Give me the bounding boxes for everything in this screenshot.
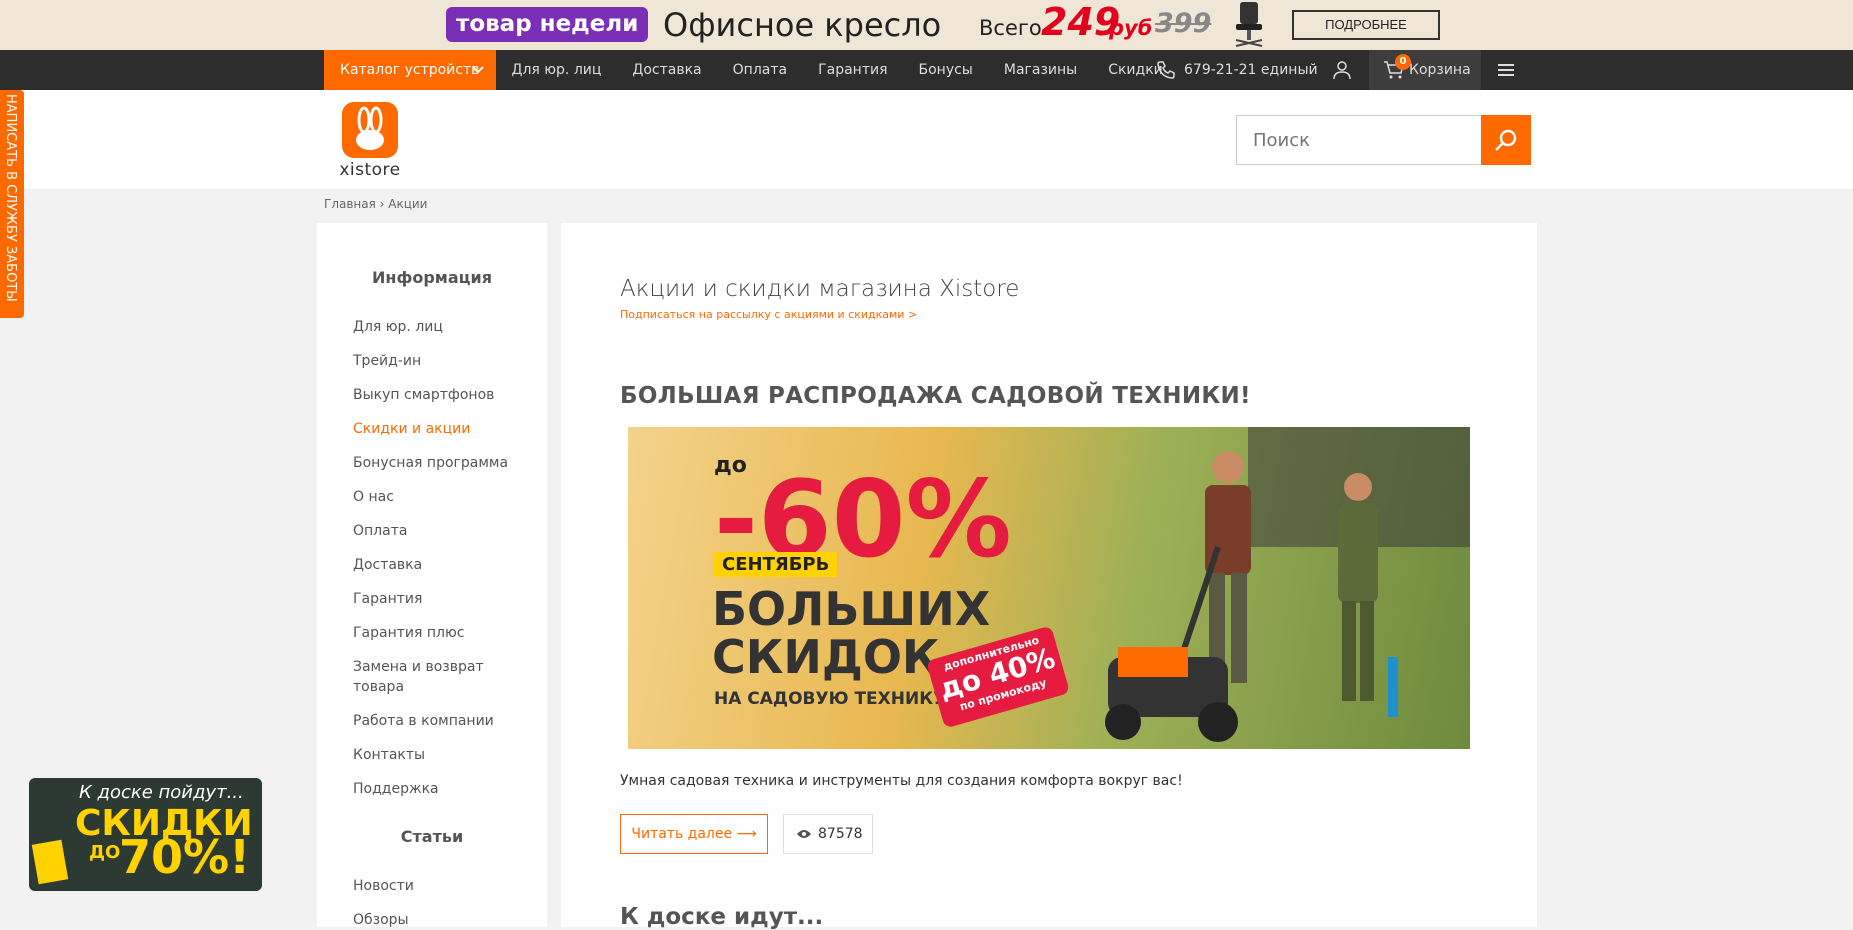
sidebar-item-about[interactable]: О нас: [353, 487, 533, 507]
menu-icon[interactable]: [1498, 62, 1514, 78]
breadcrumb[interactable]: Главная › Акции: [324, 197, 427, 211]
promo-more-button[interactable]: ПОДРОБНЕЕ: [1292, 10, 1440, 40]
sidebar-item-tradein[interactable]: Трейд-ин: [353, 351, 533, 371]
office-chair-icon: [1235, 2, 1263, 47]
sidebar-item-payment[interactable]: Оплата: [353, 521, 533, 541]
sidebar-item-legal[interactable]: Для юр. лиц: [353, 317, 533, 337]
views-counter: 87578: [783, 814, 873, 854]
ad-line1: К доске пойдут...: [79, 782, 244, 803]
cart-label: Корзина: [1409, 62, 1471, 78]
sidebar-item-warranty-plus[interactable]: Гарантия плюс: [353, 623, 533, 643]
phone-icon: [1157, 61, 1175, 79]
logo-bunny-icon: [342, 102, 398, 158]
ad-sticker: [31, 839, 69, 885]
sidebar-item-careers[interactable]: Работа в компании: [353, 711, 533, 731]
catalog-button[interactable]: Каталог устройств: [324, 50, 496, 90]
header: xistore: [0, 90, 1853, 189]
cart-count-badge: 0: [1395, 54, 1411, 70]
info-sidebar: Информация Для юр. лиц Трейд-ин Выкуп см…: [317, 223, 547, 930]
promo-badge: товар недели: [446, 7, 649, 42]
user-icon[interactable]: [1332, 60, 1352, 80]
chevron-down-icon: [472, 66, 484, 74]
sidebar-item-support[interactable]: Поддержка: [353, 779, 533, 799]
support-side-tab[interactable]: НАПИСАТЬ В СЛУЖБУ ЗАБОТЫ: [0, 90, 24, 318]
article-banner-image[interactable]: до -60% СЕНТЯБРЬ БОЛЬШИХ СКИДОК НА САДОВ…: [628, 427, 1470, 749]
banner-text-month: СЕНТЯБРЬ: [714, 552, 838, 577]
promo-old-price: 399: [1155, 8, 1212, 39]
banner-text-line3: НА САДОВУЮ ТЕХНИКУ: [714, 689, 947, 709]
logo-text: xistore: [339, 160, 401, 180]
search-icon: [1495, 129, 1517, 151]
sidebar-item-discounts[interactable]: Скидки и акции: [353, 419, 533, 439]
banner-promo-sticker: дополнительно до 40% по промокоду: [925, 625, 1071, 729]
sidebar-item-delivery[interactable]: Доставка: [353, 555, 533, 575]
read-more-button[interactable]: Читать далее ⟶: [620, 814, 768, 854]
nav-link-payment[interactable]: Оплата: [717, 50, 802, 90]
lawnmower-icon: [1105, 546, 1238, 742]
banner-text-line1: БОЛЬШИХ: [712, 582, 991, 636]
page-title: Акции и скидки магазина Xistore: [620, 276, 1020, 302]
ad-line3: ДО: [89, 842, 121, 863]
nav-phone[interactable]: 679-21-21 единый: [1156, 50, 1318, 90]
next-article-title[interactable]: К доске идут...: [620, 904, 823, 930]
woman-figure-icon: [1338, 473, 1398, 717]
phone-number: 679-21-21 единый: [1184, 62, 1318, 78]
nav-link-stores[interactable]: Магазины: [988, 50, 1092, 90]
ad-line4: 70%!: [119, 830, 251, 884]
cart-button[interactable]: 0 Корзина: [1369, 50, 1481, 90]
nav-link-warranty[interactable]: Гарантия: [803, 50, 903, 90]
sidebar-item-news[interactable]: Новости: [353, 876, 533, 896]
sidebar-item-warranty[interactable]: Гарантия: [353, 589, 533, 609]
catalog-label: Каталог устройств: [340, 62, 480, 78]
sidebar-item-buyback[interactable]: Выкуп смартфонов: [353, 385, 533, 405]
search-input[interactable]: [1236, 115, 1482, 165]
top-nav: Каталог устройств Для юр. лиц Доставка О…: [0, 50, 1853, 90]
nav-link-legal[interactable]: Для юр. лиц: [496, 50, 617, 90]
sidebar-item-bonus[interactable]: Бонусная программа: [353, 453, 533, 473]
nav-link-bonuses[interactable]: Бонусы: [903, 50, 988, 90]
article-title[interactable]: БОЛЬШАЯ РАСПРОДАЖА САДОВОЙ ТЕХНИКИ!: [620, 383, 1251, 409]
sidebar-heading-articles: Статьи: [400, 827, 464, 846]
floating-promo-ad[interactable]: К доске пойдут... СКИДКИ ДО 70%!: [29, 778, 262, 891]
views-count: 87578: [818, 826, 863, 842]
logo[interactable]: xistore: [338, 102, 402, 180]
nav-link-delivery[interactable]: Доставка: [617, 50, 717, 90]
promo-currency: руб: [1109, 16, 1153, 40]
sidebar-item-reviews[interactable]: Обзоры: [353, 910, 533, 930]
support-side-tab-label: НАПИСАТЬ В СЛУЖБУ ЗАБОТЫ: [3, 94, 18, 302]
sidebar-item-contacts[interactable]: Контакты: [353, 745, 533, 765]
sidebar-heading-info: Информация: [372, 268, 492, 287]
eye-icon: [797, 830, 811, 838]
subscribe-link[interactable]: Подписаться на рассылку с акциями и скид…: [620, 308, 917, 321]
search-button[interactable]: [1481, 115, 1531, 165]
bunny-icon: [356, 106, 384, 150]
promo-banner[interactable]: товар недели Офисное кресло Всего 249 ру…: [0, 0, 1853, 50]
article-description: Умная садовая техника и инструменты для …: [620, 773, 1183, 789]
promo-title: Офисное кресло: [663, 6, 942, 44]
sidebar-item-returns[interactable]: Замена и возврат товара: [353, 657, 493, 697]
promo-price-label: Всего: [979, 16, 1042, 40]
banner-text-line2: СКИДОК: [712, 630, 940, 684]
main-content: Акции и скидки магазина Xistore Подписат…: [561, 223, 1537, 930]
